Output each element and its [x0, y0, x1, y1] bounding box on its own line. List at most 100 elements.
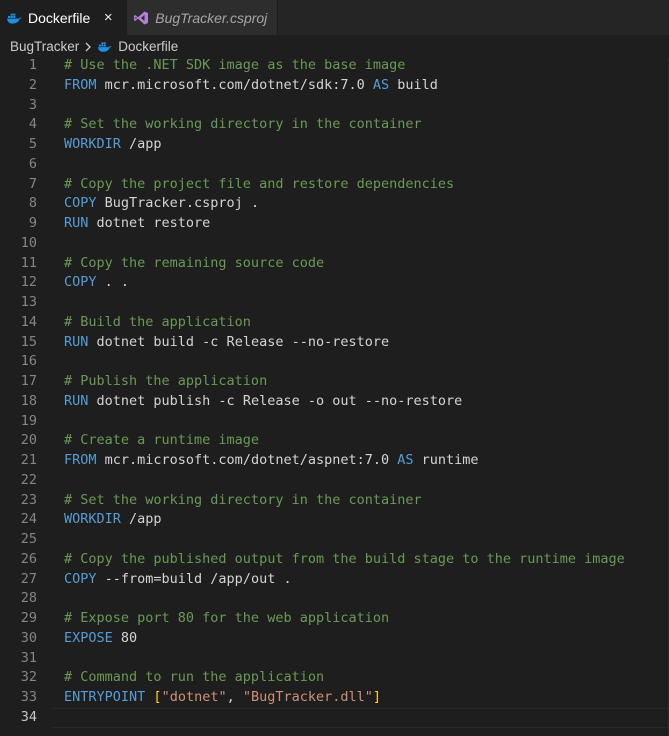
docker-icon: [97, 39, 112, 54]
code-line[interactable]: 23 # Set the working directory in the con…: [0, 491, 669, 511]
code-line[interactable]: 25: [0, 530, 669, 550]
code-token-keyword: FROM: [64, 76, 97, 93]
code-text: # Set the working directory in the conta…: [64, 115, 422, 135]
tab-label: Dockerfile: [28, 9, 91, 26]
code-line[interactable]: 8 COPY BugTracker.csproj .: [0, 194, 669, 214]
code-token-keyword: AS: [372, 76, 390, 93]
code-line[interactable]: 16: [0, 352, 669, 372]
code-text: # Copy the project file and restore depe…: [64, 175, 454, 195]
code-line[interactable]: 33 ENTRYPOINT ["dotnet", "BugTracker.dll"…: [0, 688, 669, 708]
line-number: 26: [20, 550, 37, 567]
code-token-plain: dotnet restore: [88, 215, 211, 231]
code-token-plain: dotnet build -c Release --no-restore: [88, 333, 390, 350]
code-line[interactable]: 7 # Copy the project file and restore dep…: [0, 175, 669, 195]
code-token-comment: # Publish the application: [64, 373, 268, 389]
code-token-comment: # Expose port 80 for the web application: [64, 610, 390, 626]
code-token-keyword: COPY: [64, 570, 97, 587]
docker-icon: [6, 10, 22, 26]
code-line[interactable]: 6: [0, 155, 669, 175]
code-line[interactable]: 1 # Use the .NET SDK image as the base im…: [0, 56, 669, 76]
code-token-bracket: ]: [372, 689, 382, 705]
code-text: WORKDIR /app: [64, 135, 162, 155]
code-line[interactable]: 17 # Publish the application: [0, 372, 669, 392]
code-line[interactable]: 3: [0, 96, 669, 116]
line-number: 22: [20, 471, 37, 488]
line-number: 14: [20, 313, 37, 330]
line-number: 25: [20, 531, 37, 547]
code-token-keyword: WORKDIR: [64, 511, 121, 528]
line-number: 4: [28, 116, 37, 133]
code-line[interactable]: 9 RUN dotnet restore: [0, 214, 669, 234]
code-text: # Build the application: [64, 313, 251, 333]
code-line[interactable]: 5 WORKDIR /app: [0, 135, 669, 155]
line-number: 8: [28, 195, 37, 212]
code-token-keyword: COPY: [64, 195, 97, 212]
code-line[interactable]: 2 FROM mcr.microsoft.com/dotnet/sdk:7.0 A…: [0, 76, 669, 96]
code-token-plain: /app: [120, 511, 162, 528]
line-number: 2: [28, 76, 37, 93]
line-number: 9: [28, 215, 37, 231]
line-number: 1: [28, 57, 37, 73]
close-icon[interactable]: ×: [100, 9, 116, 26]
line-number: 24: [20, 511, 37, 528]
code-line[interactable]: 27 COPY --from=build /app/out .: [0, 570, 669, 590]
line-number: 27: [20, 570, 37, 587]
code-line[interactable]: 11 # Copy the remaining source code: [0, 254, 669, 274]
code-text: # Create a runtime image: [64, 431, 259, 451]
code-text: # Command to run the application: [64, 668, 324, 688]
code-line[interactable]: 22: [0, 471, 669, 491]
code-token-plain: ,: [226, 689, 243, 705]
code-line[interactable]: 19: [0, 412, 669, 432]
code-token-plain: . .: [96, 274, 130, 291]
line-number: 32: [20, 669, 37, 686]
line-number: 13: [20, 294, 37, 310]
code-token-plain: /app: [120, 136, 162, 152]
line-number: 11: [20, 254, 37, 271]
breadcrumb-folder[interactable]: BugTracker: [10, 39, 79, 54]
code-line[interactable]: 10: [0, 234, 669, 254]
code-text: EXPOSE 80: [64, 629, 137, 649]
tab-label: BugTracker.csproj: [155, 9, 268, 26]
line-number: 18: [20, 392, 37, 409]
code-token-bracket: [: [153, 689, 162, 705]
code-line[interactable]: 12 COPY . .: [0, 273, 669, 293]
code-line[interactable]: 32 # Command to run the application: [0, 668, 669, 688]
code-token-comment: # Copy the published output from the bui…: [64, 550, 625, 567]
code-line[interactable]: 21 FROM mcr.microsoft.com/dotnet/aspnet:7…: [0, 451, 669, 471]
code-line[interactable]: 34: [0, 707, 669, 728]
line-number: 19: [20, 412, 37, 429]
code-token-plain: runtime: [413, 452, 479, 468]
code-editor[interactable]: 1 # Use the .NET SDK image as the base im…: [0, 56, 669, 736]
code-token-comment: # Set the working directory in the conta…: [64, 116, 422, 133]
code-text: COPY --from=build /app/out .: [64, 570, 292, 590]
line-number: 29: [20, 610, 37, 626]
code-text: FROM mcr.microsoft.com/dotnet/sdk:7.0 AS…: [64, 76, 438, 96]
code-line[interactable]: 29 # Expose port 80 for the web applicati…: [0, 609, 669, 629]
code-token-comment: # Create a runtime image: [64, 432, 260, 449]
line-number: 12: [20, 274, 37, 291]
code-token-comment: # Set the working directory in the conta…: [64, 491, 422, 508]
code-token-plain: 80: [112, 629, 138, 646]
code-line[interactable]: 4 # Set the working directory in the cont…: [0, 115, 669, 135]
code-token-plain: mcr.microsoft.com/dotnet/aspnet:7.0: [96, 452, 398, 468]
line-number: 20: [20, 432, 37, 449]
tab-dockerfile[interactable]: Dockerfile ×: [0, 0, 128, 35]
chevron-right-icon: [83, 41, 93, 53]
code-line[interactable]: 31: [0, 649, 669, 669]
tab-bugtracker-csproj[interactable]: BugTracker.csproj: [127, 0, 279, 35]
code-text: # Publish the application: [64, 372, 267, 392]
code-token-comment: # Use the .NET SDK image as the base ima…: [64, 57, 406, 73]
line-number: 5: [28, 136, 37, 152]
code-line[interactable]: 28: [0, 589, 669, 609]
code-line[interactable]: 26 # Copy the published output from the b…: [0, 550, 669, 570]
code-token-keyword: AS: [397, 452, 414, 468]
code-line[interactable]: 18 RUN dotnet publish -c Release -o out -…: [0, 392, 669, 412]
code-line[interactable]: 15 RUN dotnet build -c Release --no-resto…: [0, 333, 669, 353]
code-line[interactable]: 24 WORKDIR /app: [0, 510, 669, 530]
code-line[interactable]: 20 # Create a runtime image: [0, 431, 669, 451]
breadcrumb-file[interactable]: Dockerfile: [118, 39, 178, 54]
code-text: # Use the .NET SDK image as the base ima…: [64, 56, 405, 76]
code-line[interactable]: 13: [0, 293, 669, 313]
code-line[interactable]: 14 # Build the application: [0, 313, 669, 333]
code-line[interactable]: 30 EXPOSE 80: [0, 629, 669, 649]
